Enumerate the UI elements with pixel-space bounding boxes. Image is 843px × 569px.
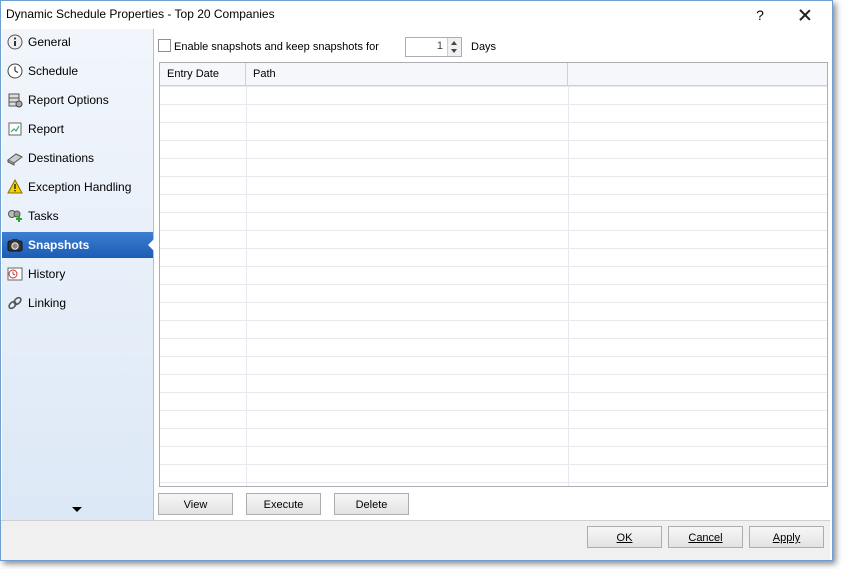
link-icon: [8, 296, 22, 310]
column-header-entry-date[interactable]: Entry Date: [160, 63, 246, 85]
help-button[interactable]: ?: [747, 4, 773, 26]
days-stepper[interactable]: 1: [405, 37, 462, 57]
chevron-down-icon[interactable]: [72, 507, 82, 512]
sidebar-item-label: Snapshots: [28, 238, 90, 252]
chevron-down-icon[interactable]: [451, 49, 457, 53]
apply-button[interactable]: Apply: [749, 526, 824, 548]
cancel-button[interactable]: Cancel: [668, 526, 743, 548]
database-icon: [8, 93, 23, 108]
sidebar-item-label: General: [28, 35, 71, 49]
sidebar-item-general[interactable]: General: [2, 29, 153, 55]
camera-icon: [7, 239, 23, 252]
sidebar-item-tasks[interactable]: Tasks: [2, 203, 153, 229]
info-icon: [7, 34, 23, 50]
sidebar-item-history[interactable]: History: [2, 261, 153, 287]
window-title: Dynamic Schedule Properties - Top 20 Com…: [6, 7, 275, 21]
ok-label: OK: [616, 532, 633, 544]
table-body[interactable]: [160, 86, 827, 486]
sidebar-item-report[interactable]: Report: [2, 116, 153, 142]
ok-button[interactable]: OK: [587, 526, 662, 548]
enable-snapshots-checkbox[interactable]: [158, 39, 171, 52]
sidebar-item-label: Report Options: [28, 93, 109, 107]
sidebar-item-label: Linking: [28, 296, 67, 310]
days-label: Days: [471, 41, 497, 53]
sidebar-item-linking[interactable]: Linking: [2, 290, 153, 316]
tasks-icon: [8, 210, 22, 222]
sidebar-nav: General Schedule Report Options Report D…: [2, 29, 154, 521]
snapshots-table[interactable]: Entry Date Path: [159, 62, 828, 487]
sidebar-item-snapshots[interactable]: Snapshots: [2, 232, 154, 258]
title-bar: Dynamic Schedule Properties - Top 20 Com…: [1, 1, 832, 29]
sidebar-item-label: Destinations: [28, 151, 95, 165]
execute-button[interactable]: Execute: [246, 493, 321, 515]
sidebar-item-schedule[interactable]: Schedule: [2, 58, 153, 84]
table-header: Entry Date Path: [160, 63, 827, 86]
sidebar-item-report-options[interactable]: Report Options: [2, 87, 153, 113]
sidebar-item-label: Report: [28, 122, 65, 136]
column-header-blank[interactable]: [568, 63, 827, 85]
stepper-buttons[interactable]: [447, 38, 461, 56]
delete-button[interactable]: Delete: [334, 493, 409, 515]
history-icon: [7, 267, 23, 281]
close-button[interactable]: [785, 4, 825, 26]
report-icon: [8, 122, 22, 136]
sidebar-item-label: Tasks: [28, 209, 59, 223]
column-divider: [568, 86, 569, 486]
clock-icon: [7, 63, 23, 79]
view-button[interactable]: View: [158, 493, 233, 515]
sidebar-item-label: Exception Handling: [28, 180, 132, 194]
column-divider: [246, 86, 247, 486]
chevron-up-icon[interactable]: [451, 41, 457, 45]
destinations-icon: [7, 153, 23, 166]
sidebar-item-destinations[interactable]: Destinations: [2, 145, 153, 171]
days-value: 1: [436, 40, 443, 52]
enable-snapshots-label: Enable snapshots and keep snapshots for: [174, 41, 379, 53]
cancel-label: Cancel: [688, 532, 723, 544]
sidebar-item-exception-handling[interactable]: Exception Handling: [2, 174, 153, 200]
sidebar-item-label: Schedule: [28, 64, 79, 78]
warning-icon: [7, 179, 23, 194]
column-header-path[interactable]: Path: [246, 63, 568, 85]
apply-label: Apply: [772, 532, 801, 544]
sidebar-item-label: History: [28, 267, 66, 281]
